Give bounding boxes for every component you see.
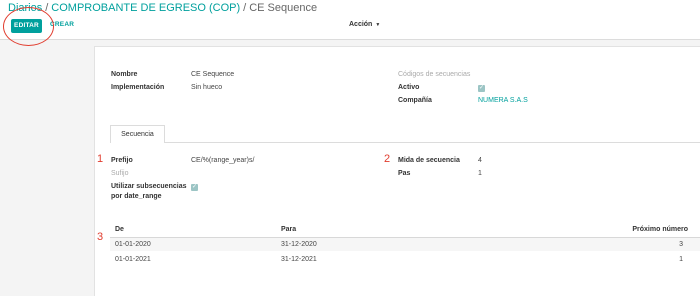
prefix-value: CE/%(range_year)s/ bbox=[191, 157, 255, 164]
control-panel: Diarios / COMPROBANTE DE EGRESO (COP) / CE S… bbox=[0, 0, 700, 40]
next-number-cell: 1 bbox=[679, 256, 683, 263]
date-to-cell: 31-12-2021 bbox=[281, 256, 317, 263]
subsequences-label-line2: por date_range bbox=[111, 193, 162, 200]
sequence-size-label: Mida de secuencia bbox=[398, 157, 460, 164]
company-link[interactable]: NUMERA S.A.S bbox=[478, 97, 528, 104]
next-number-cell: 3 bbox=[679, 241, 683, 248]
sequence-size-value: 4 bbox=[478, 157, 482, 164]
active-checkbox[interactable]: ✓ bbox=[478, 85, 485, 92]
active-label: Activo bbox=[398, 84, 420, 91]
name-label: Nombre bbox=[111, 71, 138, 78]
date-to-cell: 31-12-2020 bbox=[281, 241, 317, 248]
form-sheet: Nombre CE Sequence Implementación Sin hu… bbox=[94, 46, 700, 296]
implementation-value: Sin hueco bbox=[191, 84, 223, 91]
column-header-next-number[interactable]: Próximo número bbox=[632, 226, 688, 233]
prefix-label: Prefijo bbox=[111, 157, 133, 164]
annotation-circle bbox=[3, 7, 54, 46]
breadcrumb-separator: / bbox=[243, 2, 247, 14]
step-label: Pas bbox=[398, 170, 411, 177]
annotation-marker: 1 bbox=[97, 153, 104, 165]
table-row[interactable] bbox=[110, 238, 700, 251]
suffix-label: Sufijo bbox=[111, 170, 129, 177]
caret-down-icon: ▼ bbox=[375, 22, 381, 28]
action-dropdown-label: Acción bbox=[349, 21, 373, 28]
tab-divider bbox=[110, 142, 700, 143]
name-value: CE Sequence bbox=[191, 71, 235, 78]
column-header-to[interactable]: Para bbox=[281, 226, 296, 233]
date-from-cell: 01-01-2021 bbox=[115, 256, 151, 263]
implementation-label: Implementación bbox=[111, 84, 165, 91]
date-from-cell: 01-01-2020 bbox=[115, 241, 151, 248]
annotation-marker: 2 bbox=[384, 153, 391, 165]
step-value: 1 bbox=[478, 170, 482, 177]
breadcrumb: Diarios / COMPROBANTE DE EGRESO (COP) / CE S… bbox=[8, 2, 317, 14]
column-header-from[interactable]: De bbox=[115, 226, 124, 233]
annotation-marker: 3 bbox=[97, 231, 104, 243]
sequence-codes-label: Códigos de secuencias bbox=[398, 71, 471, 78]
breadcrumb-current: CE Sequence bbox=[249, 2, 318, 14]
breadcrumb-link-journal[interactable]: COMPROBANTE DE EGRESO (COP) bbox=[51, 2, 240, 14]
subsequences-label: Utilizar subsecuencias bbox=[111, 183, 187, 190]
action-dropdown[interactable]: Acción ▼ bbox=[349, 21, 380, 28]
company-label: Compañía bbox=[398, 97, 432, 104]
tab-sequence[interactable]: Secuencia bbox=[110, 125, 165, 143]
subsequences-checkbox[interactable]: ✓ bbox=[191, 184, 198, 191]
